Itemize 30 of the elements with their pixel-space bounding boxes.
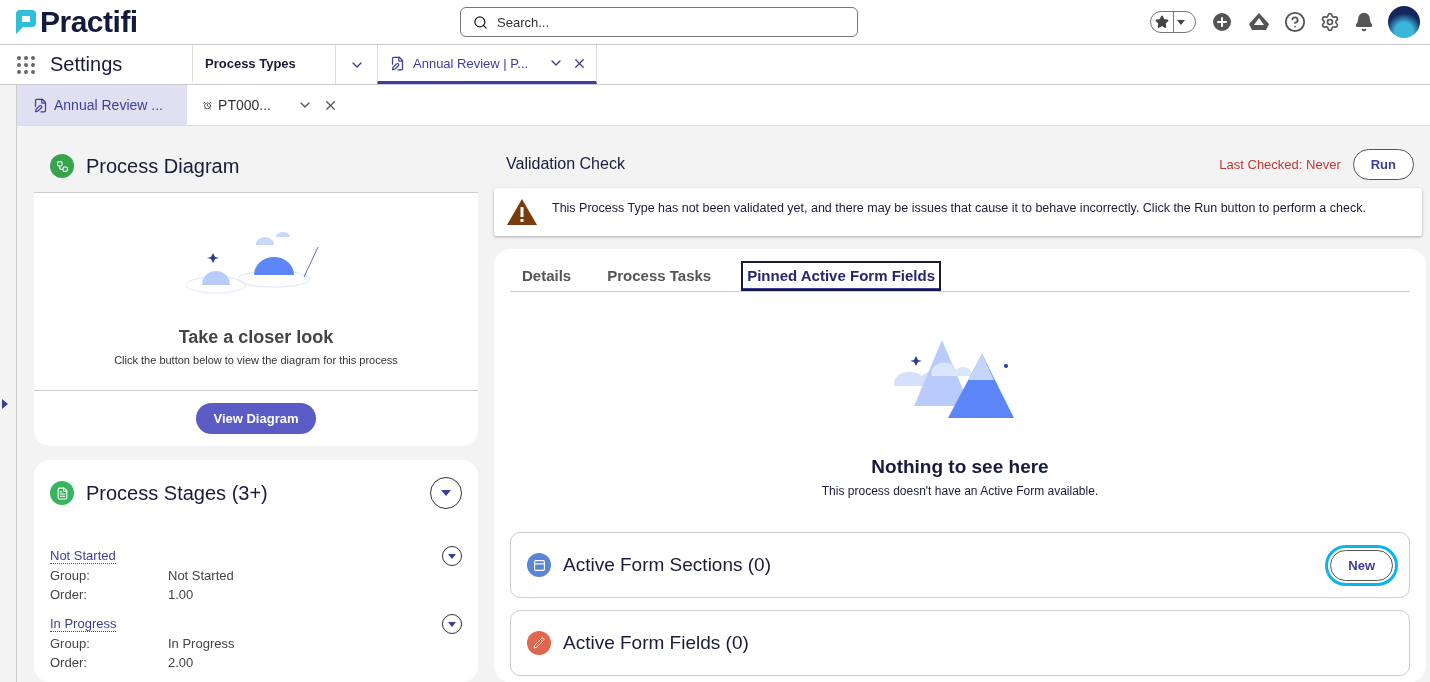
empty-text: Click the button below to view the diagram for this process [114, 354, 398, 366]
field-value: Not Started [168, 567, 235, 585]
logo-text: Practifi [40, 5, 138, 39]
field-value: In Progress [168, 635, 236, 653]
warning-text: This Process Type has not been validated yet, and there may be issues that cause it to behave incorrectly. Click the Run button to perform a check. [552, 200, 1366, 217]
empty-text: This process doesn't have an Active Form available. [821, 484, 1099, 498]
related-list-title: Active Form Fields (0) [563, 632, 749, 654]
last-checked-text: Last Checked: Never [1219, 156, 1341, 172]
sub-tab[interactable]: Annual Review ... [17, 85, 187, 125]
view-diagram-button[interactable]: View Diagram [196, 403, 316, 434]
stage-link[interactable]: In Progress [50, 616, 117, 632]
field-label: Order: [50, 586, 88, 604]
related-list-title: Active Form Sections (0) [563, 554, 771, 576]
tab[interactable]: Pinned Active Form Fields [741, 261, 941, 291]
field-label: Group: [50, 567, 91, 585]
card-title: Process Stages (3+) [86, 481, 268, 505]
empty-title: Take a closer look [178, 327, 334, 348]
stage-link[interactable]: Not Started [50, 548, 116, 564]
app-name: Settings [50, 53, 124, 76]
section-title: Validation Check [506, 155, 625, 173]
field-value: 2.00 [168, 654, 195, 672]
card-title: Process Diagram [86, 154, 240, 178]
field-label: Group: [50, 635, 91, 653]
field-label: Order: [50, 654, 88, 672]
run-button[interactable]: Run [1352, 148, 1414, 180]
tab[interactable]: Process Tasks [601, 261, 718, 291]
search-field[interactable]: Search... [460, 7, 858, 37]
tab[interactable]: Details [516, 261, 578, 291]
field-value: 1.00 [168, 586, 195, 604]
empty-title: Nothing to see here [871, 456, 1049, 478]
